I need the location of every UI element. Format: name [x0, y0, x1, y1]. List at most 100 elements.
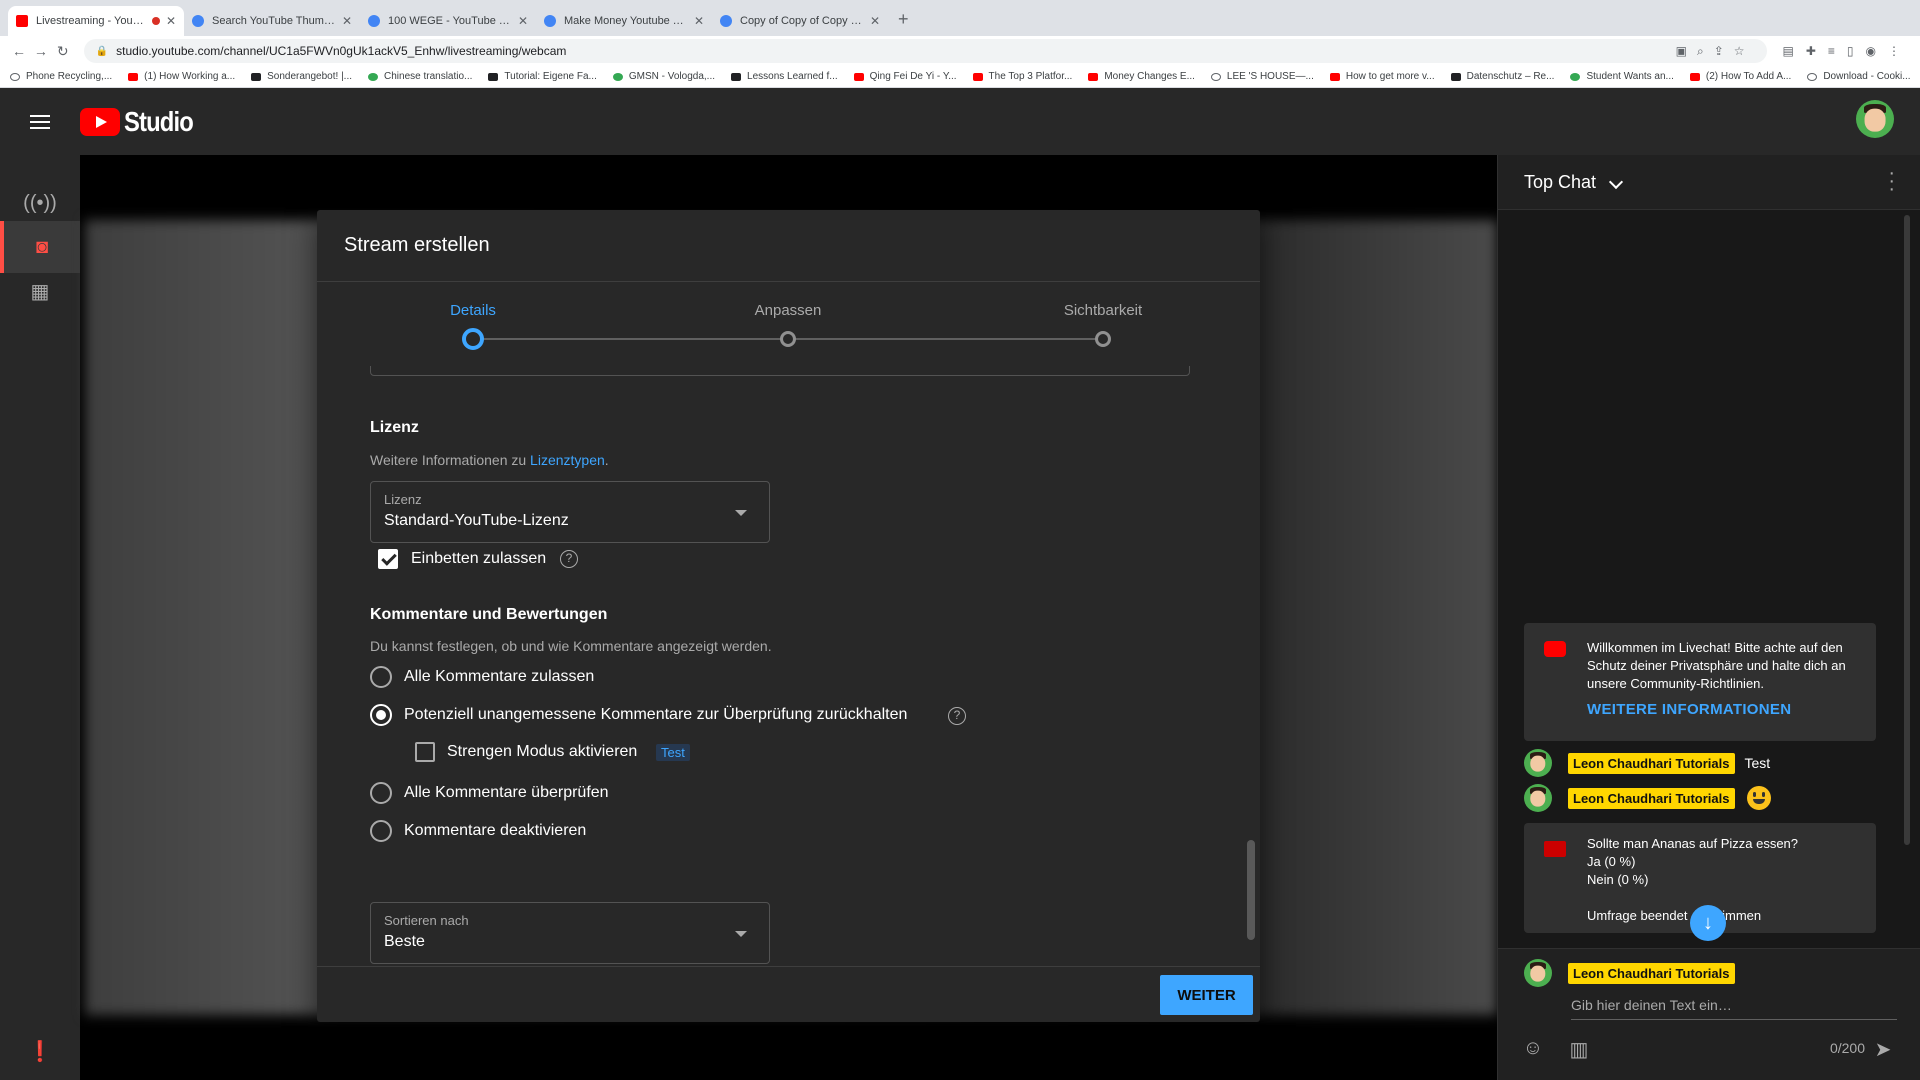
close-tab-icon[interactable]: ✕ [694, 14, 704, 28]
poll-status: Umfrage beendet · 0 Stimmen [1587, 908, 1762, 923]
extension-icons[interactable]: ▤✚≡▯◉⋮ [1783, 44, 1912, 58]
create-stream-dialog: Stream erstellen Details Anpassen Sichtb… [317, 210, 1260, 1022]
help-icon[interactable]: ? [560, 550, 578, 568]
radio-allow-all[interactable] [370, 666, 392, 688]
bookmark-item[interactable]: (2) How To Add A... [1689, 71, 1791, 82]
chat-mode-select[interactable]: Top Chat [1524, 172, 1596, 193]
bookmark-item[interactable]: GMSN - Vologda,... [612, 71, 715, 82]
license-select[interactable]: Lizenz Standard-YouTube-Lizenz [370, 481, 770, 543]
bookmark-favicon-icon [251, 72, 262, 81]
new-tab-icon[interactable]: + [888, 9, 919, 36]
dialog-scrollbar[interactable] [1247, 840, 1255, 940]
tab-title: Search YouTube Thumbnail - C [212, 15, 336, 27]
feedback-icon[interactable]: ❗ [0, 1025, 80, 1077]
scroll-down-button[interactable]: ↓ [1690, 905, 1726, 941]
chat-message[interactable]: Leon Chaudhari Tutorials [1524, 783, 1771, 813]
hamburger-menu-icon[interactable] [30, 114, 50, 129]
bookmark-item[interactable]: Datenschutz – Re... [1450, 71, 1555, 82]
chat-input[interactable]: Gib hier deinen Text ein… [1571, 997, 1732, 1013]
bookmark-item[interactable]: How to get more v... [1329, 71, 1435, 82]
step-details[interactable]: Details [450, 302, 496, 319]
bookmark-item[interactable]: Tutorial: Eigene Fa... [488, 71, 597, 82]
step-details-dot[interactable] [462, 328, 484, 350]
close-tab-icon[interactable]: ✕ [342, 14, 352, 28]
studio-logo[interactable]: Studio [80, 106, 205, 138]
account-avatar[interactable] [1856, 100, 1894, 138]
chat-message[interactable]: Leon Chaudhari Tutorials Test [1524, 748, 1770, 778]
omnibox-action-icons[interactable]: ▣⌕⇪☆ [1676, 44, 1755, 59]
bookmark-favicon-icon [1450, 72, 1461, 81]
send-icon[interactable]: ➤ [1872, 1037, 1894, 1061]
bookmark-item[interactable]: Download - Cooki... [1807, 71, 1911, 82]
browser-tab[interactable]: Copy of Copy of Copy of Copy ✕ [712, 6, 888, 36]
close-tab-icon[interactable]: ✕ [870, 14, 880, 28]
test-badge: Test [656, 744, 690, 761]
bookmark-item[interactable]: Sonderangebot! |... [251, 71, 352, 82]
studio-header: Studio [0, 88, 1920, 155]
calendar-icon[interactable]: ▦ [0, 265, 80, 317]
previous-field[interactable] [370, 366, 1190, 376]
bookmark-favicon-icon [1329, 72, 1340, 81]
browser-tab[interactable]: Make Money Youtube Thumbn ✕ [536, 6, 712, 36]
canva-icon [368, 15, 380, 27]
sort-by-select[interactable]: Sortieren nach Beste [370, 902, 770, 964]
radio-review-all-label[interactable]: Alle Kommentare überprüfen [404, 784, 609, 802]
bookmark-favicon-icon [853, 72, 864, 81]
reload-icon[interactable]: ↻ [52, 43, 74, 60]
bookmark-label: Download - Cooki... [1823, 71, 1911, 82]
radio-allow-all-label[interactable]: Alle Kommentare zulassen [404, 668, 594, 686]
emoji-icon[interactable]: ☺ [1522, 1037, 1544, 1059]
poll-create-icon[interactable]: ▥ [1568, 1037, 1590, 1061]
forward-icon[interactable]: → [30, 43, 52, 59]
bookmark-item[interactable]: Lessons Learned f... [731, 71, 838, 82]
help-icon[interactable]: ? [948, 707, 966, 725]
more-info-link[interactable]: WEITERE INFORMATIONEN [1587, 701, 1791, 718]
bookmark-item[interactable]: Phone Recycling,... [10, 71, 112, 82]
more-options-icon[interactable]: · · · [1888, 163, 1895, 199]
license-types-link[interactable]: Lizenztypen [530, 452, 605, 468]
browser-tab-bar: Livestreaming - YouTube S ✕ Search YouTu… [0, 0, 1920, 36]
bookmark-item[interactable]: Student Wants an... [1570, 71, 1674, 82]
bookmark-label: Datenschutz – Re... [1466, 71, 1555, 82]
bookmark-item[interactable]: The Top 3 Platfor... [972, 71, 1072, 82]
embed-label: Einbetten zulassen [411, 550, 547, 567]
step-customize-dot[interactable] [780, 331, 796, 347]
step-visibility[interactable]: Sichtbarkeit [1064, 302, 1142, 319]
next-button[interactable]: WEITER [1160, 975, 1253, 1015]
chevron-down-icon[interactable] [1608, 174, 1624, 190]
radio-hold-inappropriate-label[interactable]: Potenziell unangemessene Kommentare zur … [404, 706, 907, 724]
radio-disable-label[interactable]: Kommentare deaktivieren [404, 822, 586, 840]
browser-tab[interactable]: Livestreaming - YouTube S ✕ [8, 6, 184, 36]
bookmark-item[interactable]: Money Changes E... [1088, 71, 1195, 82]
youtube-icon [1544, 641, 1566, 657]
author-badge: Leon Chaudhari Tutorials [1568, 787, 1735, 809]
bookmark-favicon-icon [368, 72, 379, 81]
url-text: studio.youtube.com/channel/UC1a5FWVn0gUk… [116, 44, 567, 58]
browser-tab[interactable]: Search YouTube Thumbnail - C ✕ [184, 6, 360, 36]
avatar [1524, 959, 1552, 987]
bookmark-label: How to get more v... [1345, 71, 1435, 82]
strict-mode-checkbox[interactable] [415, 742, 435, 762]
chat-input-area: Leon Chaudhari Tutorials Gib hier deinen… [1498, 948, 1920, 1080]
close-tab-icon[interactable]: ✕ [518, 14, 528, 28]
bookmark-item[interactable]: (1) How Working a... [128, 71, 235, 82]
back-icon[interactable]: ← [8, 43, 30, 59]
embed-checkbox[interactable] [378, 549, 398, 569]
step-customize[interactable]: Anpassen [755, 302, 822, 319]
browser-tab[interactable]: 100 WEGE - YouTube Thumbn ✕ [360, 6, 536, 36]
bookmark-label: Money Changes E... [1104, 71, 1195, 82]
step-visibility-dot[interactable] [1095, 331, 1111, 347]
bookmark-item[interactable]: Qing Fei De Yi - Y... [853, 71, 957, 82]
avatar [1524, 784, 1552, 812]
close-tab-icon[interactable]: ✕ [166, 14, 176, 28]
bookmark-item[interactable]: Chinese translatio... [368, 71, 472, 82]
chat-scrollbar[interactable] [1904, 215, 1910, 845]
poll-option: Nein (0 %) [1587, 872, 1649, 887]
address-bar[interactable]: 🔒 studio.youtube.com/channel/UC1a5FWVn0g… [83, 39, 1767, 63]
radio-disable[interactable] [370, 820, 392, 842]
bookmark-favicon-icon [10, 72, 20, 81]
bookmark-favicon-icon [128, 72, 139, 81]
bookmark-item[interactable]: LEE 'S HOUSE—... [1210, 71, 1314, 82]
radio-hold-inappropriate[interactable] [370, 704, 392, 726]
radio-review-all[interactable] [370, 782, 392, 804]
